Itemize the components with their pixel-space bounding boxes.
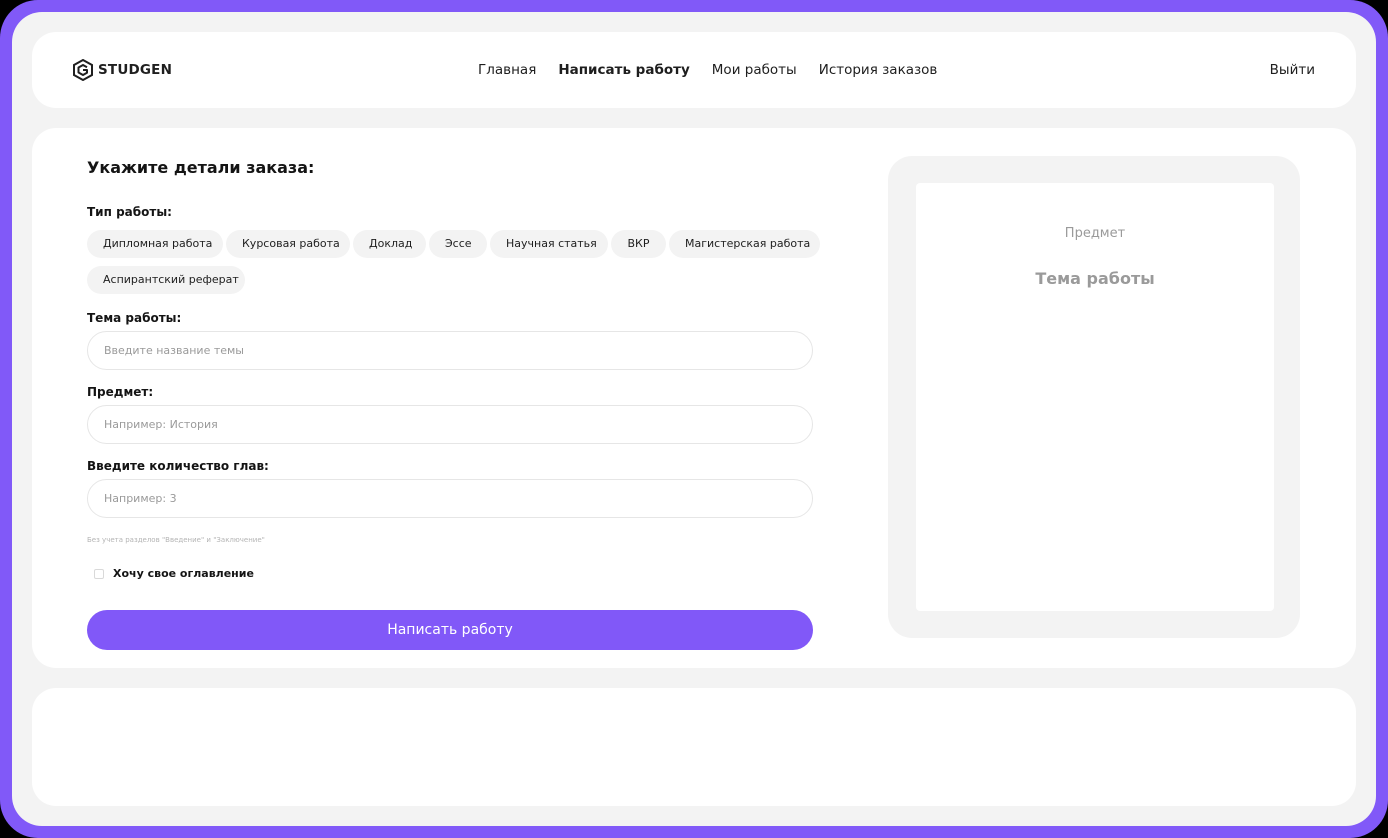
order-card: Укажите детали заказа: Тип работы: Дипло… [32, 128, 1356, 668]
nav-item-my-works[interactable]: Мои работы [712, 62, 797, 78]
chapters-hint: Без учета разделов "Введение" и "Заключе… [87, 536, 265, 544]
nav-item-order-history[interactable]: История заказов [819, 62, 938, 78]
chip-essay[interactable]: Эссе [429, 230, 487, 258]
chip-vkr[interactable]: ВКР [611, 230, 666, 258]
logout-link[interactable]: Выйти [1270, 32, 1315, 108]
subject-label: Предмет: [87, 385, 154, 399]
custom-toc-option[interactable]: Хочу свое оглавление [94, 567, 254, 580]
chip-report[interactable]: Доклад [353, 230, 426, 258]
chapters-input[interactable] [87, 479, 813, 518]
work-type-label: Тип работы: [87, 205, 172, 219]
custom-toc-checkbox[interactable] [94, 568, 104, 579]
custom-toc-label: Хочу свое оглавление [113, 567, 254, 580]
screen: STUDGEN Главная Написать работу Мои рабо… [12, 12, 1376, 826]
write-work-button[interactable]: Написать работу [87, 610, 813, 650]
nav-item-home[interactable]: Главная [478, 62, 536, 78]
chapters-label: Введите количество глав: [87, 459, 269, 473]
preview-subject: Предмет [1064, 226, 1126, 241]
logo-text: STUDGEN [98, 62, 173, 78]
chip-coursework[interactable]: Курсовая работа [226, 230, 350, 258]
subject-input[interactable] [87, 405, 813, 444]
chip-scientific-article[interactable]: Научная статья [490, 230, 608, 258]
header: STUDGEN Главная Написать работу Мои рабо… [32, 32, 1356, 108]
chip-postgraduate-abstract[interactable]: Аспирантский реферат [87, 266, 245, 294]
main-nav: Главная Написать работу Мои работы Истор… [478, 32, 959, 108]
topic-input[interactable] [87, 331, 813, 370]
chip-master-thesis[interactable]: Магистерская работа [669, 230, 820, 258]
studgen-logo-icon [73, 59, 93, 81]
chip-diploma[interactable]: Дипломная работа [87, 230, 223, 258]
form-title: Укажите детали заказа: [87, 158, 315, 177]
preview-panel: Предмет Тема работы [888, 156, 1300, 638]
logo[interactable]: STUDGEN [72, 58, 172, 82]
topic-label: Тема работы: [87, 311, 182, 325]
device-frame: STUDGEN Главная Написать работу Мои рабо… [0, 0, 1388, 838]
nav-item-write-work[interactable]: Написать работу [558, 62, 689, 78]
bottom-card [32, 688, 1356, 806]
preview-page: Предмет Тема работы [916, 183, 1274, 611]
preview-topic: Тема работы [1035, 269, 1155, 288]
